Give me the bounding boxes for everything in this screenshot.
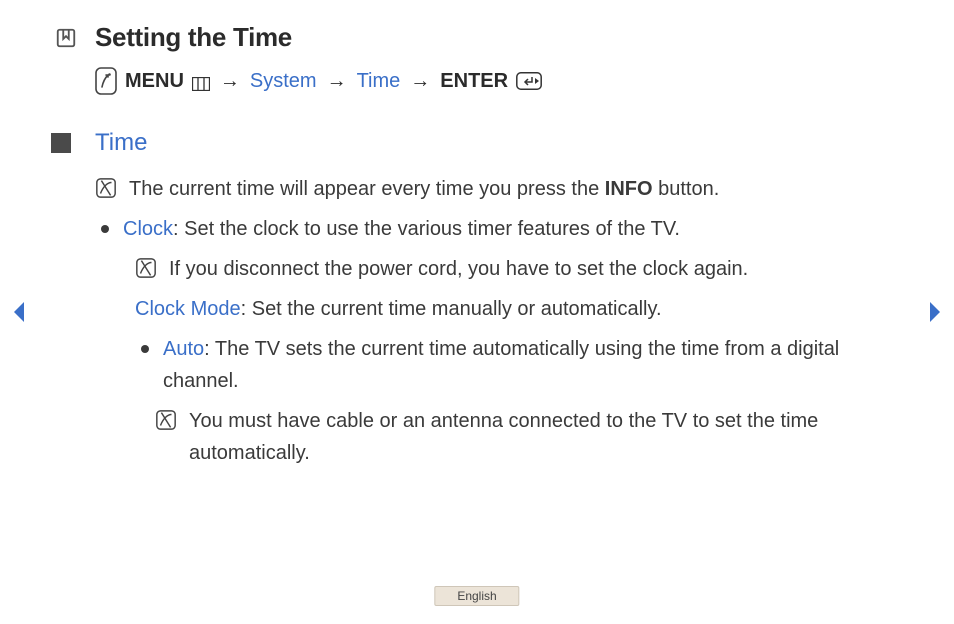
auto-label: Auto [163,338,204,360]
info-note-text: The current time will appear every time … [129,173,899,205]
page-title: Setting the Time [95,22,292,53]
section-header: Time [55,129,899,157]
clock-mode-text: Clock Mode: Set the current time manuall… [135,293,899,325]
disconnect-note-line: If you disconnect the power cord, you ha… [135,253,899,285]
bookmark-icon [55,27,77,49]
clock-mode-desc: : Set the current time manually or autom… [241,298,662,320]
info-note-line: The current time will appear every time … [95,173,899,205]
clock-label: Clock [123,218,173,240]
auto-text: Auto: The TV sets the current time autom… [163,333,899,397]
breadcrumb-time: Time [357,70,401,93]
breadcrumb: MENU → System → Time → ENTER [95,67,899,95]
bullet-icon [101,225,109,233]
info-bold: INFO [605,178,653,200]
remote-icon [95,67,117,95]
arrow-separator: → [218,70,242,93]
auto-line: Auto: The TV sets the current time autom… [135,333,899,397]
auto-desc: : The TV sets the current time automatic… [163,338,839,392]
clock-mode-line: Clock Mode: Set the current time manuall… [135,293,899,325]
language-badge: English [434,586,519,606]
arrow-separator: → [325,70,349,93]
antenna-note-text: You must have cable or an antenna connec… [189,405,899,469]
section-title: Time [95,129,147,157]
note-icon [155,409,177,431]
antenna-note-line: You must have cable or an antenna connec… [155,405,899,469]
note-icon [135,257,157,279]
arrow-separator: → [408,70,432,93]
menu-label: MENU [125,70,184,93]
menu-grid-icon [192,74,210,88]
info-pre: The current time will appear every time … [129,178,605,200]
note-icon [95,177,117,199]
clock-text: Clock: Set the clock to use the various … [123,213,899,245]
square-marker-icon [51,133,71,153]
chevron-left-icon [10,300,28,324]
breadcrumb-system: System [250,70,317,93]
disconnect-note-text: If you disconnect the power cord, you ha… [169,253,899,285]
enter-icon [516,72,542,90]
clock-line: Clock: Set the clock to use the various … [95,213,899,245]
info-post: button. [653,178,720,200]
body-text: The current time will appear every time … [55,173,899,469]
page-content: Setting the Time MENU → System → Time → … [0,0,954,469]
chevron-right-icon [926,300,944,324]
title-row: Setting the Time [55,22,899,53]
next-page-button[interactable] [926,300,944,329]
clock-mode-label: Clock Mode [135,298,241,320]
enter-label: ENTER [440,70,508,93]
bullet-icon [141,345,149,353]
clock-desc: : Set the clock to use the various timer… [173,218,680,240]
prev-page-button[interactable] [10,300,28,329]
